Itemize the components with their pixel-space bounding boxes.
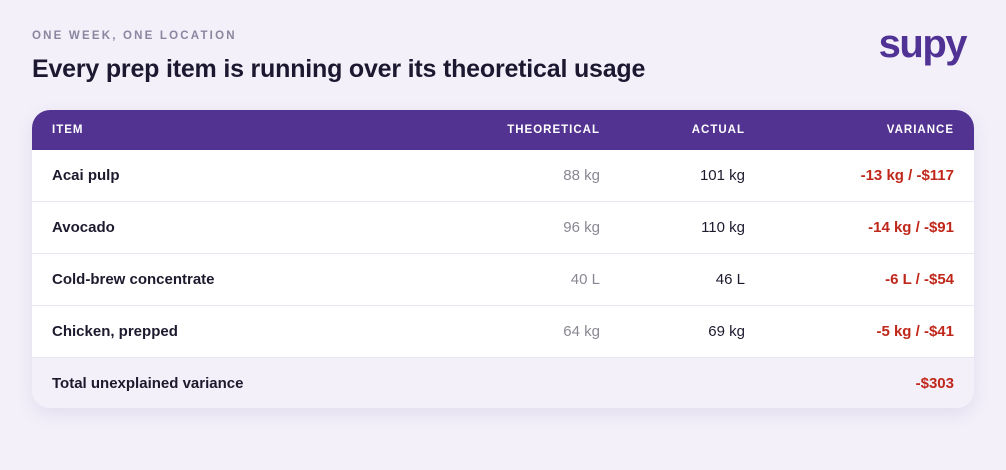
table-row: Avocado 96 kg 110 kg -14 kg / -$91: [32, 202, 974, 254]
item-name: Acai pulp: [52, 167, 120, 184]
theoretical-value: 40 L: [570, 271, 600, 288]
variance-table: ITEM THEORETICAL ACTUAL VARIANCE Acai pu…: [32, 110, 974, 408]
column-header-item: ITEM: [52, 124, 84, 136]
theoretical-value: 96 kg: [563, 219, 600, 236]
column-header-theoretical: THEORETICAL: [507, 124, 600, 136]
actual-value: 46 L: [715, 271, 745, 288]
page-title: Every prep item is running over its theo…: [32, 55, 646, 83]
theoretical-value: 64 kg: [563, 323, 600, 340]
actual-value: 101 kg: [699, 167, 745, 184]
table-row: Chicken, prepped 64 kg 69 kg -5 kg / -$4…: [32, 306, 974, 358]
item-name: Cold-brew concentrate: [52, 271, 215, 288]
total-variance-value: -$303: [915, 375, 954, 392]
total-row: Total unexplained variance -$303: [32, 358, 974, 408]
supy-logo: supy: [878, 22, 968, 66]
total-label: Total unexplained variance: [52, 375, 244, 392]
page: ONE WEEK, ONE LOCATION Every prep item i…: [0, 0, 1006, 470]
eyebrow-label: ONE WEEK, ONE LOCATION: [32, 30, 237, 42]
theoretical-value: 88 kg: [563, 167, 600, 184]
actual-value: 110 kg: [701, 219, 745, 236]
column-header-variance: VARIANCE: [886, 124, 954, 136]
variance-value: -14 kg / -$91: [868, 219, 954, 236]
variance-value: -13 kg / -$117: [860, 167, 954, 184]
table-header: ITEM THEORETICAL ACTUAL VARIANCE: [32, 110, 974, 150]
actual-value: 69 kg: [708, 323, 745, 340]
table-row: Acai pulp 88 kg 101 kg -13 kg / -$117: [32, 150, 974, 202]
item-name: Avocado: [52, 219, 115, 236]
variance-value: -6 L / -$54: [885, 271, 954, 288]
table-row: Cold-brew concentrate 40 L 46 L -6 L / -…: [32, 254, 974, 306]
item-name: Chicken, prepped: [52, 323, 178, 340]
column-header-actual: ACTUAL: [691, 124, 745, 136]
variance-value: -5 kg / -$41: [876, 323, 954, 340]
